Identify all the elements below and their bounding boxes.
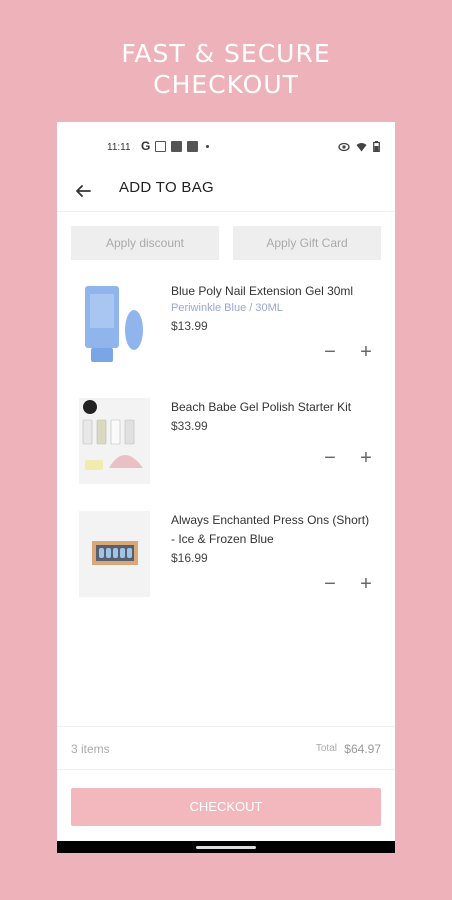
status-bar: 11:11 G [57,122,395,172]
app-bar: ADD TO BAG [57,172,395,212]
item-name: Blue Poly Nail Extension Gel 30ml [171,284,354,298]
apply-discount-button[interactable]: Apply discount [71,226,219,260]
increase-quantity-button[interactable]: + [359,574,373,594]
decrease-quantity-button[interactable]: − [323,342,337,362]
cart-item: Beach Babe Gel Polish Starter Kit $33.99… [57,398,395,498]
item-name: Always Enchanted Press Ons (Short) - Ice… [171,513,370,546]
google-icon: G [141,139,151,153]
promo-headline-line1: FAST & SECURE [121,39,331,68]
product-image [79,511,150,597]
checkout-button[interactable]: CHECKOUT [71,788,381,826]
decrease-quantity-button[interactable]: − [323,448,337,468]
notification-icons: G [141,139,210,153]
more-notifications-icon [206,144,210,148]
quantity-stepper: − + [323,342,373,362]
phone-screen: 11:11 G ADD TO BAG Apply discount Apply … [57,122,395,853]
promo-actions: Apply discount Apply Gift Card [71,226,381,260]
system-icons [338,141,380,152]
decrease-quantity-button[interactable]: − [323,574,337,594]
app-notification-icon [171,140,183,152]
cart-item: Always Enchanted Press Ons (Short) - Ice… [57,511,395,611]
item-count: 3 items [71,742,110,756]
total-label: Total [315,743,337,754]
home-gesture-handle[interactable] [196,846,256,849]
cart-summary: 3 items Total $64.97 [57,726,395,770]
wifi-icon [356,142,367,151]
battery-icon [373,141,380,152]
starter-kit-icon [82,400,143,470]
back-arrow-icon[interactable] [72,180,94,202]
page-title: ADD TO BAG [119,179,214,196]
quantity-stepper: − + [323,574,373,594]
product-image [79,398,150,484]
apply-gift-card-button[interactable]: Apply Gift Card [233,226,381,260]
status-time: 11:11 [107,142,131,153]
product-image [79,282,150,368]
increase-quantity-button[interactable]: + [359,448,373,468]
promo-headline-line2: CHECKOUT [153,70,299,99]
gel-tube-icon [85,286,143,362]
eye-icon [338,142,350,151]
promo-headline: FAST & SECURE CHECKOUT [0,38,452,100]
system-nav-bar [57,841,395,853]
increase-quantity-button[interactable]: + [359,342,373,362]
item-variant: Periwinkle Blue / 30ML [171,302,283,314]
cart-item: Blue Poly Nail Extension Gel 30ml Periwi… [57,282,395,382]
quantity-stepper: − + [323,448,373,468]
calendar-icon [155,140,167,152]
press-on-nails-icon [92,541,138,565]
item-price: $13.99 [171,319,208,333]
item-price: $33.99 [171,419,208,433]
item-price: $16.99 [171,551,208,565]
item-name: Beach Babe Gel Polish Starter Kit [171,400,352,414]
app-notification-icon-2 [187,140,199,152]
total-value: $64.97 [344,742,381,756]
